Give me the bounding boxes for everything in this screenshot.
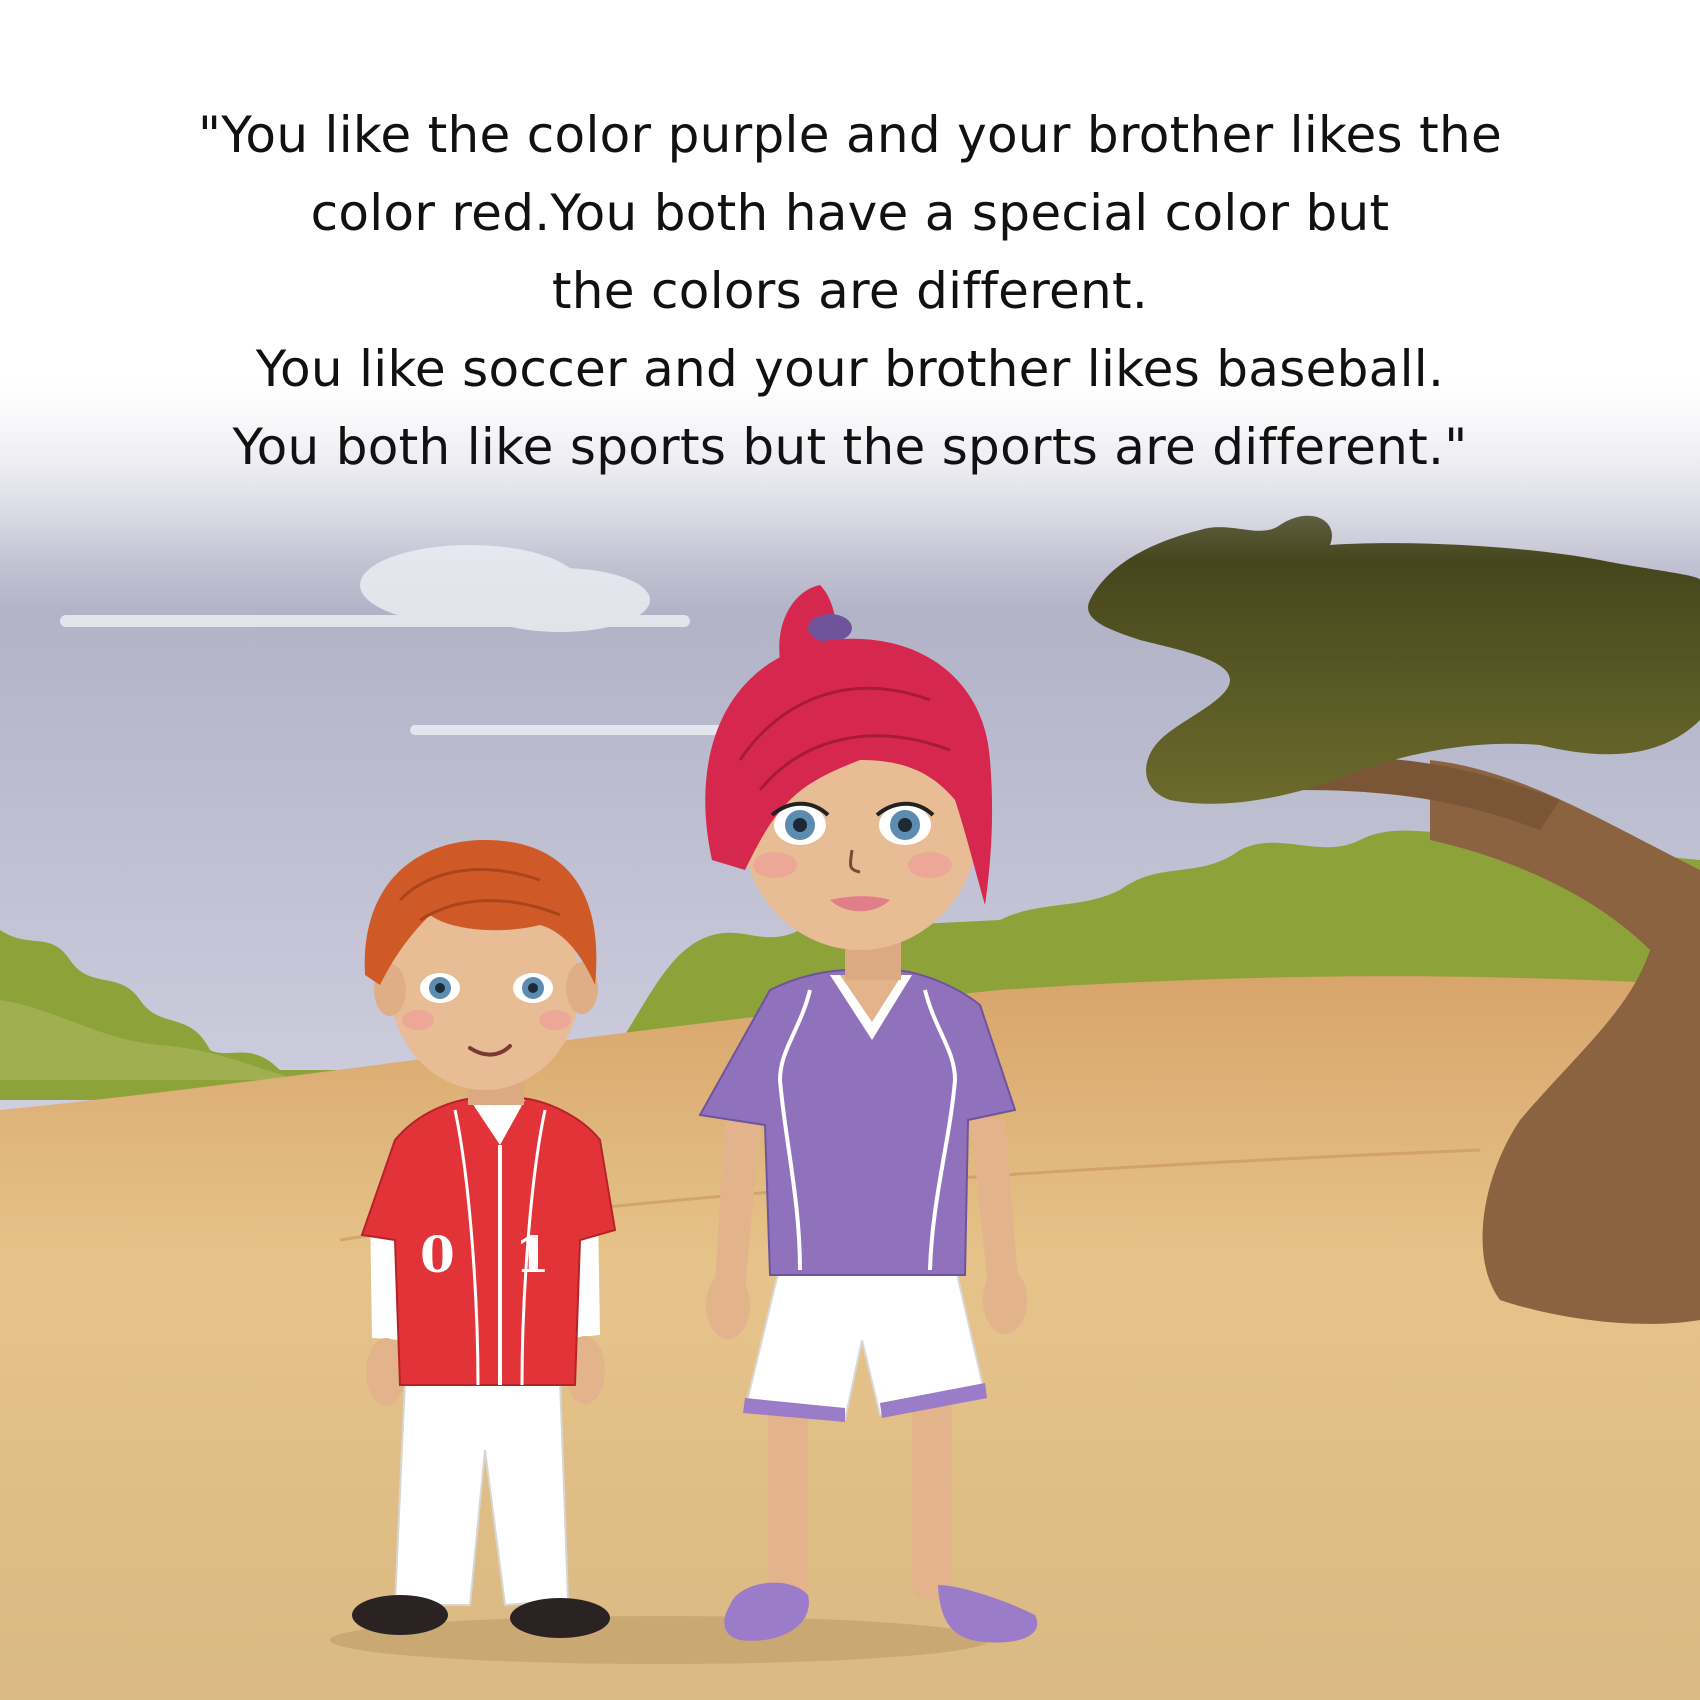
girl-leg-left — [768, 1390, 808, 1600]
boy-cheek-left — [402, 1010, 434, 1030]
girl-cheek-left — [753, 852, 797, 878]
jersey-number-right: 1 — [515, 1225, 550, 1284]
jersey-number-left: 0 — [420, 1225, 455, 1284]
girl-cheek-right — [908, 852, 952, 878]
story-text: "You like the color purple and your brot… — [60, 96, 1640, 486]
story-line: You both like sports but the sports are … — [232, 418, 1468, 476]
girl-pupil-left — [793, 818, 807, 832]
story-line: You like soccer and your brother likes b… — [255, 340, 1445, 398]
boy-shoe-left — [352, 1595, 448, 1635]
boy-pupil-right — [528, 983, 538, 993]
boy-pupil-left — [435, 983, 445, 993]
story-line: the colors are different. — [551, 262, 1149, 320]
girl-hand-left — [706, 1271, 750, 1339]
page: { "story": { "lines": [ "\"You like the … — [0, 0, 1700, 1700]
boy-cheek-right — [539, 1010, 571, 1030]
girl-leg-right — [912, 1390, 952, 1600]
story-line: color red.You both have a special color … — [310, 184, 1390, 242]
girl-hand-right — [983, 1266, 1027, 1334]
boy-shoe-right — [510, 1598, 610, 1638]
story-line: "You like the color purple and your brot… — [197, 106, 1503, 164]
girl-pupil-right — [898, 818, 912, 832]
girl-hair-tie — [808, 614, 852, 642]
boy-jersey — [360, 1097, 617, 1386]
